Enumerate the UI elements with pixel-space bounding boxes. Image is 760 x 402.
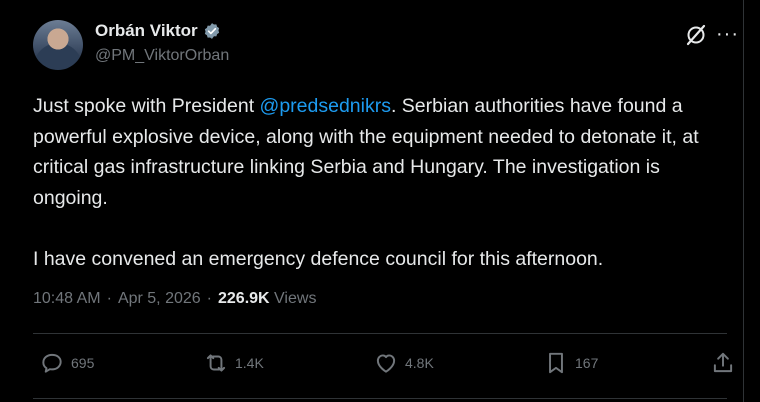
- avatar[interactable]: [33, 20, 83, 70]
- reply-icon: [42, 353, 62, 373]
- share-icon: [713, 352, 733, 373]
- more-icon[interactable]: ···: [716, 22, 739, 46]
- tweet-date[interactable]: Apr 5, 2026: [118, 290, 201, 308]
- share-button[interactable]: [710, 350, 736, 376]
- tweet-text-part: Just spoke with President: [33, 95, 260, 117]
- meta-separator: ·: [106, 290, 112, 307]
- action-bar: 695 1.4K 4.8K 167: [33, 350, 733, 384]
- bookmark-icon: [549, 352, 563, 374]
- like-icon: [376, 354, 396, 373]
- author-name-row: Orbán Viktor: [95, 21, 221, 41]
- author-name[interactable]: Orbán Viktor: [95, 21, 198, 41]
- repost-count: 1.4K: [235, 355, 264, 371]
- tweet-card: Orbán Viktor @PM_ViktorOrban ··· Just sp…: [0, 0, 743, 402]
- bookmark-button[interactable]: 167: [543, 350, 598, 376]
- reply-count: 695: [71, 355, 95, 371]
- like-button[interactable]: 4.8K: [373, 350, 434, 376]
- tweet-paragraph-1: Just spoke with President @predsednikrs.…: [33, 91, 733, 213]
- tweet-time[interactable]: 10:48 AM: [33, 290, 101, 308]
- like-count: 4.8K: [405, 355, 434, 371]
- divider: [33, 398, 727, 399]
- meta-separator: ·: [206, 290, 212, 307]
- reply-button[interactable]: 695: [39, 350, 94, 376]
- tweet-text: Just spoke with President @predsednikrs.…: [33, 91, 733, 274]
- author-handle[interactable]: @PM_ViktorOrban: [95, 47, 229, 65]
- views-label: Views: [274, 290, 317, 307]
- tweet-meta: 10:48 AM · Apr 5, 2026 · 226.9K Views: [33, 290, 316, 308]
- repost-icon: [206, 354, 226, 372]
- grok-icon[interactable]: [684, 23, 708, 47]
- mention-link[interactable]: @predsednikrs: [260, 95, 391, 117]
- views-count: 226.9K: [218, 290, 270, 307]
- tweet-paragraph-2: I have convened an emergency defence cou…: [33, 247, 604, 270]
- repost-button[interactable]: 1.4K: [203, 350, 264, 376]
- bookmark-count: 167: [575, 355, 599, 371]
- divider: [33, 333, 727, 334]
- verified-badge-icon[interactable]: [203, 22, 221, 40]
- column-border: [743, 0, 744, 402]
